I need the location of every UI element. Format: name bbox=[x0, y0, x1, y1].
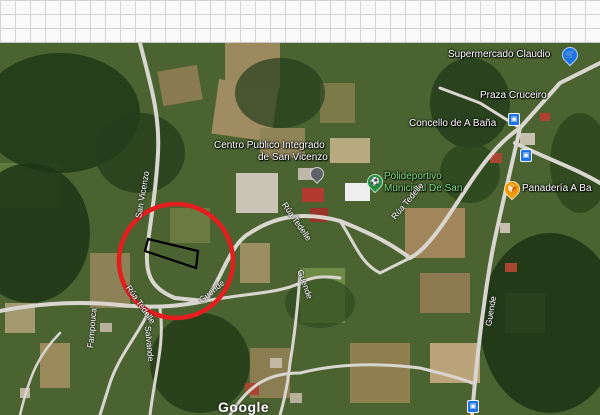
google-attribution: Google bbox=[218, 399, 270, 415]
school-label-line2[interactable]: de San Vicenzo bbox=[258, 152, 328, 163]
bakery-label[interactable]: Panadería A Ba bbox=[522, 183, 592, 194]
square-label[interactable]: Praza Cruceiro bbox=[480, 90, 547, 101]
bus-stop-icon[interactable]: ▣ bbox=[520, 149, 532, 162]
council-label[interactable]: Concello de A Baña bbox=[409, 118, 496, 129]
parcel-outline bbox=[143, 237, 200, 270]
bus-stop-icon[interactable]: ▣ bbox=[508, 113, 520, 126]
satellite-map[interactable]: Supermercado Claudio 🛒 Praza Cruceiro Co… bbox=[0, 43, 600, 415]
grid-background bbox=[0, 0, 600, 43]
bus-stop-icon[interactable]: ▣ bbox=[467, 400, 479, 413]
supermarket-label[interactable]: Supermercado Claudio bbox=[448, 49, 550, 60]
school-label-line1[interactable]: Centro Publico Integrado bbox=[214, 140, 325, 151]
sports-label-line1[interactable]: Polideportivo bbox=[384, 171, 442, 182]
